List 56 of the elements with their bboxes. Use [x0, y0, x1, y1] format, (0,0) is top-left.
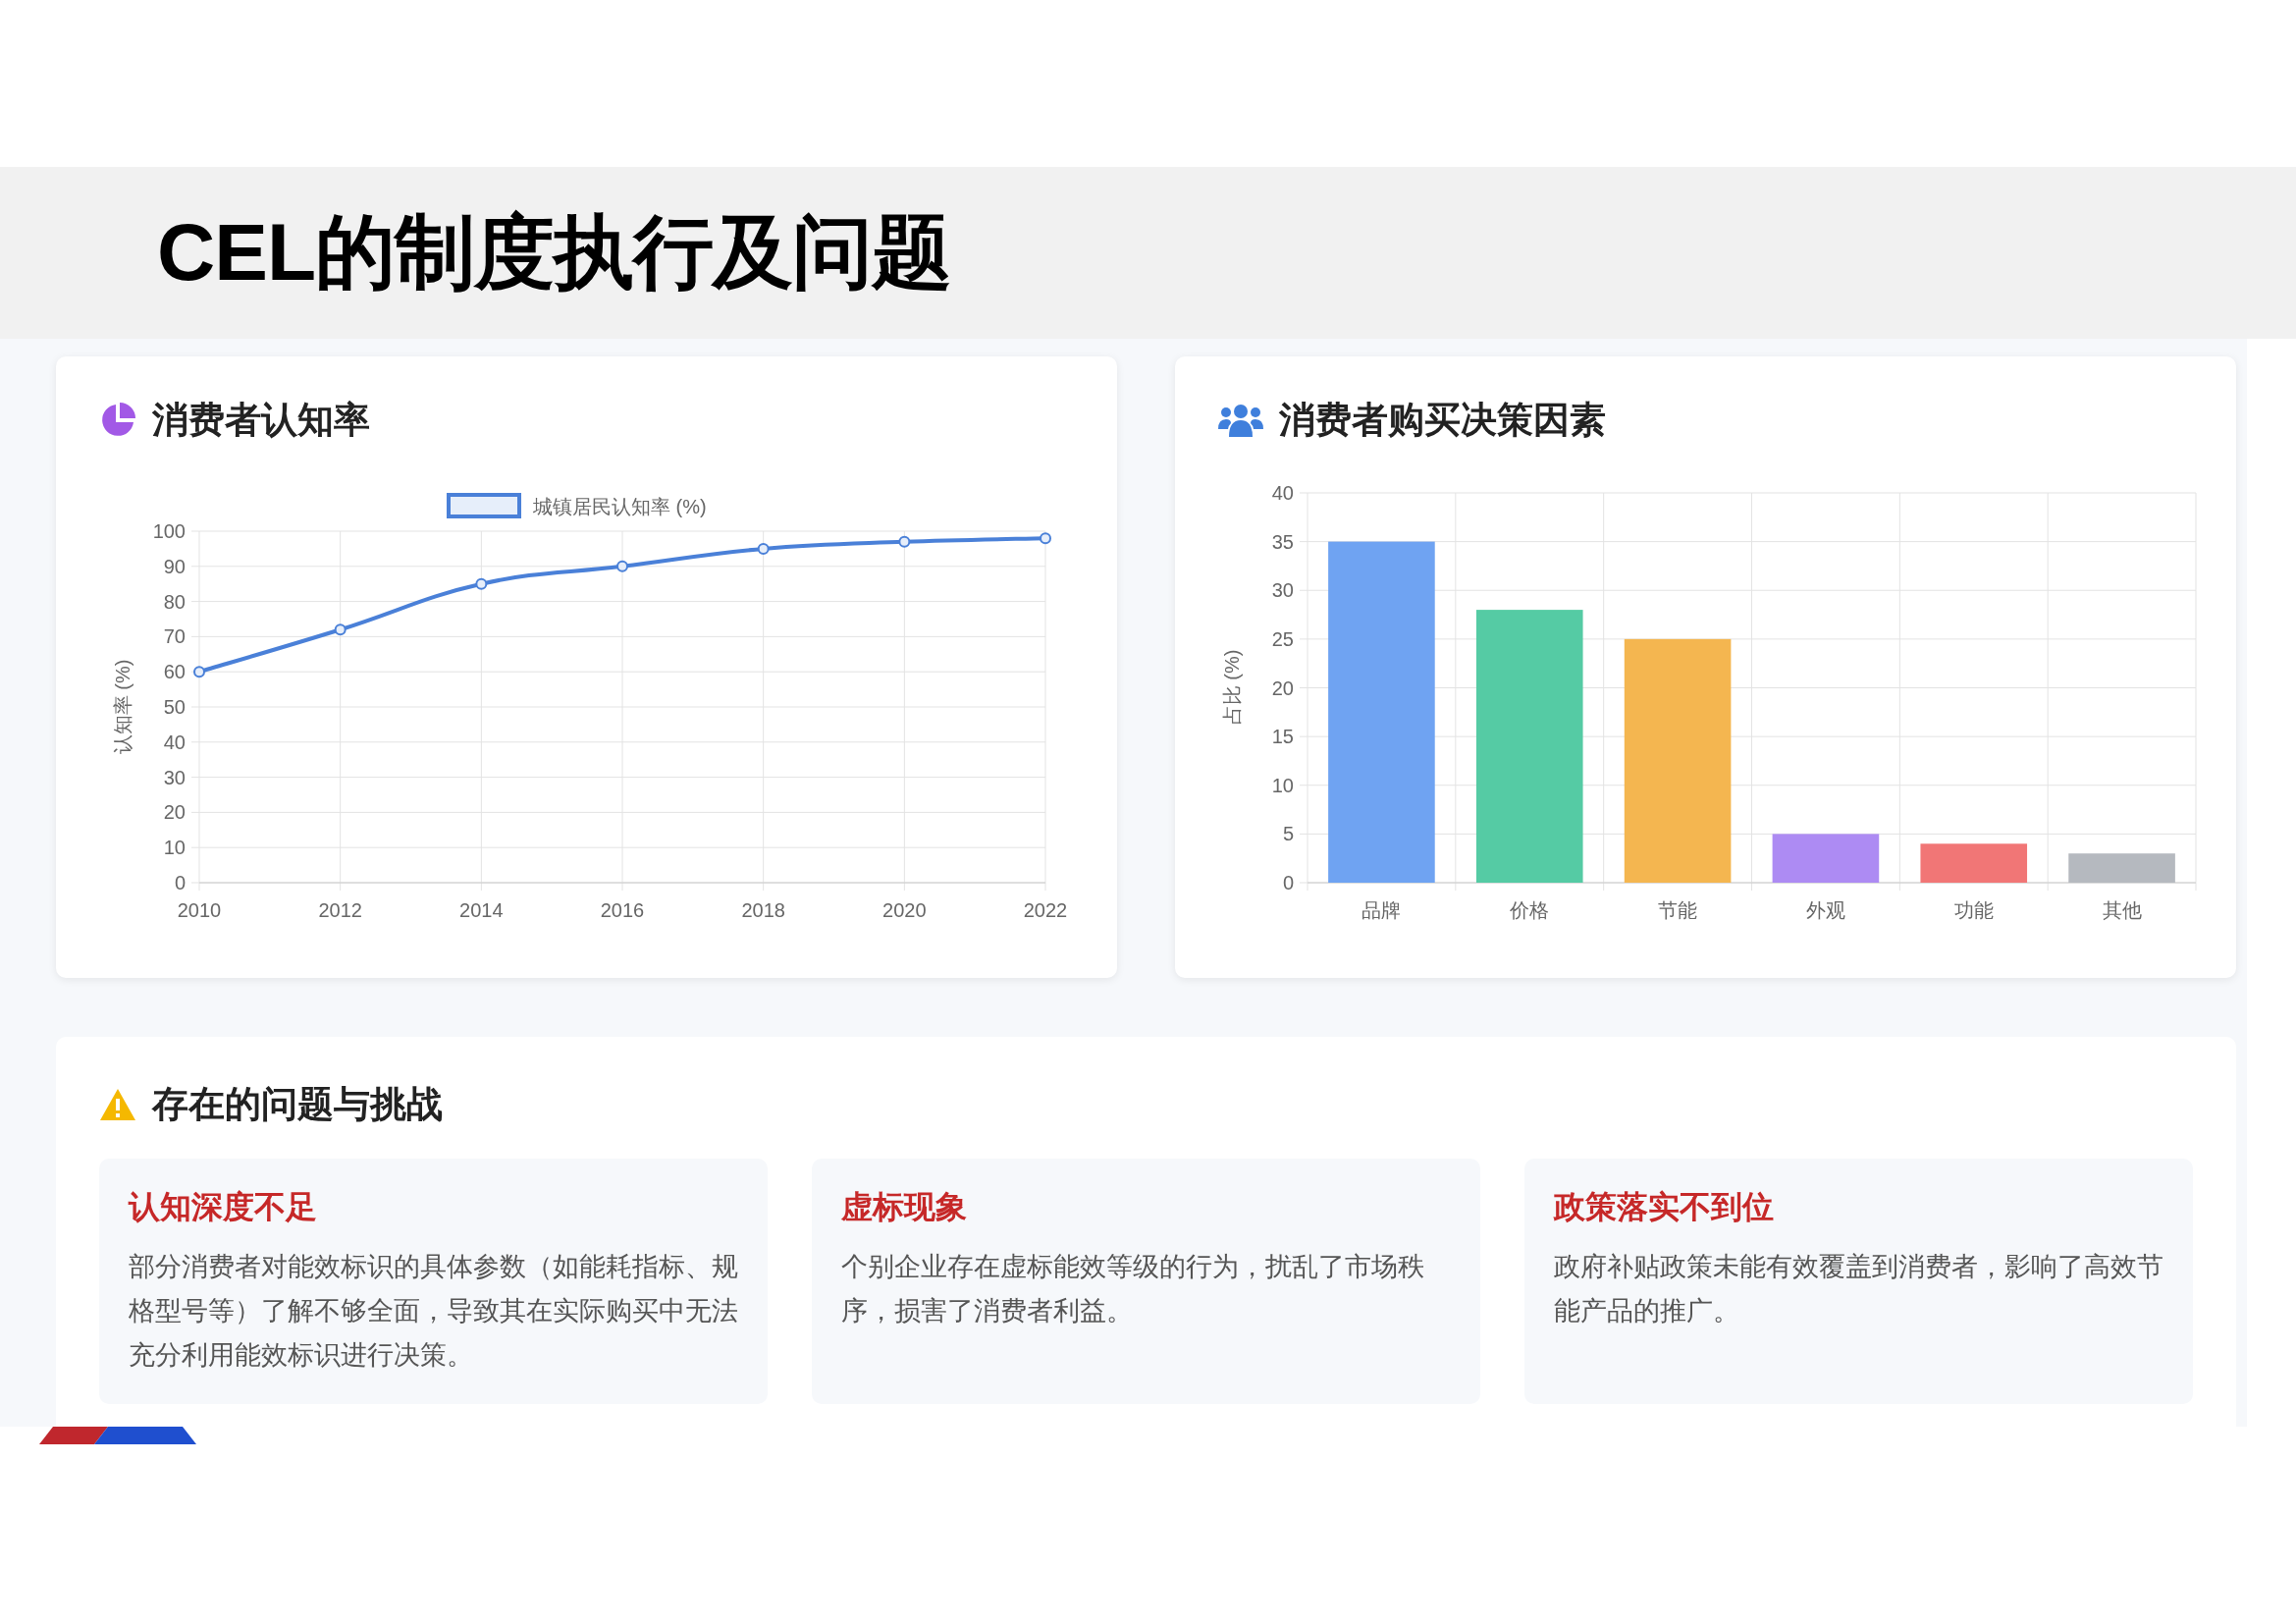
users-icon: [1218, 404, 1263, 437]
axis-tick-label: 2022: [1023, 899, 1068, 921]
axis-tick-label: 外观: [1805, 899, 1845, 921]
issue-title: 政策落实不到位: [1554, 1188, 1775, 1226]
data-point: [1040, 532, 1051, 545]
axis-tick-label: 90: [163, 555, 186, 577]
axis-tick-label: 25: [1271, 627, 1294, 650]
axis-tick-label: 35: [1271, 530, 1294, 553]
axis-tick-label: 50: [163, 696, 186, 718]
axis-tick-label: 80: [163, 590, 186, 613]
axis-tick-label: 0: [1282, 872, 1294, 893]
axis-tick-label: 2018: [741, 899, 785, 921]
axis-tick-label: 2016: [600, 899, 645, 921]
axis-tick-label: 2010: [177, 899, 222, 921]
axis-tick-label: 0: [174, 872, 186, 893]
axis-tick-label: 2020: [882, 899, 927, 921]
axis-tick-label: 60: [163, 661, 186, 683]
axis-tick-label: 10: [163, 837, 186, 859]
card-title: 存在的问题与挑战: [152, 1083, 443, 1126]
axis-tick-label: 20: [1271, 677, 1294, 699]
data-point: [334, 623, 347, 636]
issue-title: 认知深度不足: [129, 1188, 318, 1226]
axis-tick-label: 节能: [1658, 899, 1698, 921]
axis-tick-label: 15: [1271, 726, 1294, 748]
axis-title: 认知率 (%): [112, 659, 133, 755]
pie-chart-icon: [99, 402, 136, 439]
axis-tick-label: 40: [1271, 482, 1294, 504]
warning-icon: [99, 1088, 136, 1121]
issue-description: 个别企业存在虚标能效等级的行为，扰乱了市场秩序，损害了消费者利益。: [841, 1251, 1425, 1327]
axis-tick-label: 10: [1271, 774, 1294, 796]
issue-description: 部分消费者对能效标识的具体参数（如能耗指标、规格型号等）了解不够全面，导致其在实际购买中无法充分利用能效标识进行决策。: [129, 1251, 738, 1372]
data-point: [475, 577, 488, 590]
axis-tick-label: 30: [1271, 579, 1294, 602]
axis-tick-label: 其他: [2102, 899, 2142, 921]
issue-title: 虚标现象: [841, 1188, 968, 1226]
axis-title: 占比 (%): [1221, 649, 1243, 726]
slide-title: CEL的制度执行及问题: [157, 205, 951, 298]
data-point: [898, 535, 911, 548]
data-point: [193, 666, 205, 678]
data-point: [757, 542, 770, 555]
axis-tick-label: 30: [163, 766, 186, 788]
axis-tick-label: 品牌: [1362, 899, 1402, 921]
legend-label: 城镇居民认知率 (%): [533, 496, 707, 517]
axis-tick-label: 100: [152, 520, 186, 542]
axis-tick-label: 20: [163, 801, 186, 824]
axis-tick-label: 2012: [318, 899, 362, 921]
card-title: 消费者认知率: [152, 399, 370, 442]
data-point: [616, 560, 628, 572]
axis-tick-label: 功能: [1953, 899, 1994, 921]
axis-tick-label: 5: [1282, 823, 1294, 845]
issue-description: 政府补贴政策未能有效覆盖到消费者，影响了高效节能产品的推广。: [1554, 1251, 2163, 1327]
axis-tick-label: 2014: [459, 899, 504, 921]
axis-tick-label: 70: [163, 625, 186, 648]
axis-tick-label: 价格: [1510, 899, 1550, 921]
axis-tick-label: 40: [163, 731, 186, 753]
card-title: 消费者购买决策因素: [1279, 399, 1606, 442]
